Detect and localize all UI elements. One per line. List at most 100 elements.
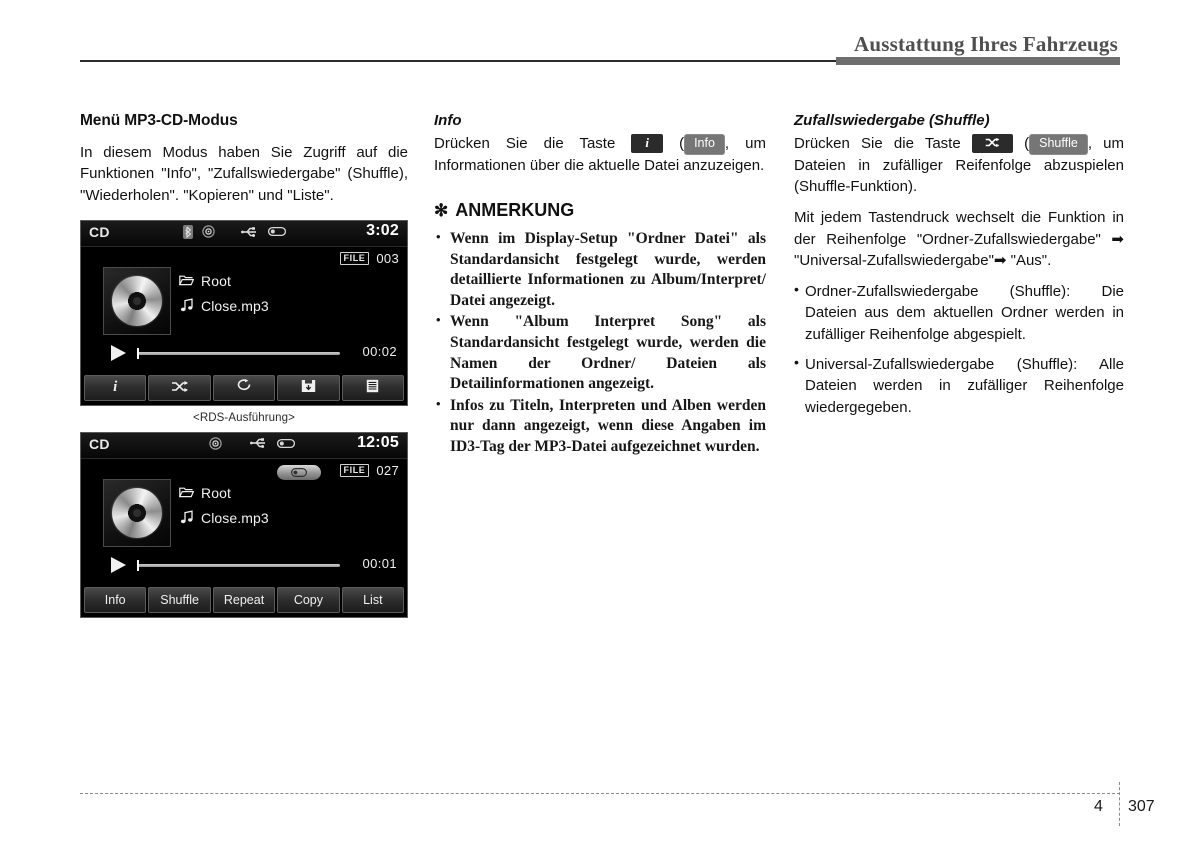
screen2-metadata: Root Close.mp3 bbox=[178, 484, 395, 535]
folder-icon bbox=[178, 274, 195, 288]
screen2-shuffle-button[interactable]: Shuffle bbox=[148, 586, 211, 613]
usb-icon bbox=[241, 226, 259, 238]
play-icon bbox=[111, 556, 126, 573]
screen1-folder-name: Root bbox=[201, 272, 231, 289]
screen1-button-bar: i bbox=[81, 371, 407, 405]
screen2-button-bar: Info Shuffle Repeat Copy List bbox=[81, 583, 407, 617]
screen1-track-name: Close.mp3 bbox=[201, 297, 269, 314]
screen2-progress-area: 00:01 bbox=[81, 551, 407, 579]
screen1-file-badge: FILE 003 bbox=[339, 250, 400, 266]
music-note-icon bbox=[179, 510, 194, 526]
info-para-lead: Drücken Sie die Taste bbox=[434, 135, 616, 152]
screen1-list-button[interactable] bbox=[341, 374, 405, 401]
note-item: Infos zu Titeln, Interpreten und Alben w… bbox=[434, 395, 766, 458]
list-icon bbox=[366, 379, 379, 396]
cd-disc-icon bbox=[112, 275, 162, 326]
page-header: Ausstattung Ihres Fahrzeugs bbox=[0, 0, 1200, 70]
footer-divider bbox=[80, 793, 1120, 794]
middle-column: Info Drücken Sie die Taste i (Info, um I… bbox=[434, 112, 766, 459]
note-heading: ✻ ANMERKUNG bbox=[434, 200, 766, 221]
screen2-album-art bbox=[103, 478, 171, 547]
music-note-icon bbox=[179, 298, 194, 314]
info-hard-key[interactable]: i bbox=[631, 134, 663, 153]
screen2-source-label: CD bbox=[89, 435, 110, 452]
screen1-progress-bar[interactable] bbox=[137, 351, 340, 355]
disc-icon bbox=[209, 437, 222, 450]
screen2-clock: 12:05 bbox=[357, 433, 399, 451]
screen1-clock: 3:02 bbox=[366, 221, 399, 239]
info-icon: i bbox=[113, 379, 118, 396]
footer-page-number: 307 bbox=[1128, 798, 1155, 815]
screen2-track-name: Close.mp3 bbox=[201, 509, 269, 526]
screen1-metadata: Root Close.mp3 bbox=[178, 272, 395, 323]
shuffle-paragraph: Drücken Sie die Taste (Shuffle, um Datei… bbox=[794, 133, 1124, 197]
ipod-icon bbox=[268, 226, 286, 237]
disc-icon bbox=[202, 225, 215, 239]
screen2-status-icons bbox=[209, 437, 295, 450]
shuffle-icon bbox=[171, 380, 189, 396]
shuffle-subtitle: Zufallswiedergabe (Shuffle) bbox=[794, 112, 990, 129]
info-soft-key[interactable]: Info bbox=[684, 134, 725, 155]
screen1-copy-button[interactable] bbox=[277, 374, 340, 401]
screen2-list-button[interactable]: List bbox=[341, 586, 405, 613]
screen1-album-art bbox=[103, 266, 171, 335]
screen2-ipod-highlight-icon bbox=[277, 464, 321, 480]
screen1-elapsed-time: 00:02 bbox=[362, 343, 397, 359]
screen1-repeat-button[interactable] bbox=[212, 374, 276, 401]
head-unit-screen-1: CD 3:02 FILE 003 Root Close.mp3 00:02 i bbox=[80, 219, 408, 406]
screen1-progress-knob[interactable] bbox=[137, 347, 139, 359]
ipod-icon bbox=[277, 438, 295, 449]
screen2-folder-name: Root bbox=[201, 484, 231, 501]
header-rule-right bbox=[836, 57, 1120, 65]
screen2-copy-button[interactable]: Copy bbox=[277, 586, 340, 613]
bluetooth-icon bbox=[183, 224, 193, 239]
list-item: Ordner-Zufallswiedergabe (Shuffle): Die … bbox=[794, 280, 1124, 345]
screen2-info-button[interactable]: Info bbox=[84, 586, 147, 613]
shuffle-bullet-list: Ordner-Zufallswiedergabe (Shuffle): Die … bbox=[794, 280, 1124, 418]
footer-separator bbox=[1119, 782, 1120, 826]
screen1-folder-row: Root bbox=[178, 272, 395, 289]
shuffle-soft-key[interactable]: Shuffle bbox=[1029, 134, 1088, 155]
shuffle-sequence-paragraph: Mit jedem Tastendruck wechselt die Funkt… bbox=[794, 209, 1124, 269]
folder-icon bbox=[178, 486, 195, 500]
shuffle-hard-key[interactable] bbox=[971, 134, 1013, 153]
right-column: Zufallswiedergabe (Shuffle) Drücken Sie … bbox=[794, 112, 1124, 418]
play-icon bbox=[111, 344, 126, 361]
screen1-info-button[interactable]: i bbox=[84, 374, 147, 401]
screen2-folder-row: Root bbox=[178, 484, 395, 501]
repeat-icon bbox=[236, 379, 253, 396]
note-item: Wenn im Display-Setup "Ordner Datei" als… bbox=[434, 228, 766, 311]
screen2-elapsed-time: 00:01 bbox=[362, 555, 397, 571]
intro-paragraph: In diesem Modus haben Sie Zugriff auf di… bbox=[80, 144, 408, 204]
list-item: Universal-Zufallswiedergabe (Shuffle): A… bbox=[794, 353, 1124, 418]
screen1-source-label: CD bbox=[89, 223, 110, 240]
screen1-caption: <RDS-Ausführung> bbox=[193, 411, 295, 424]
screen2-progress-knob[interactable] bbox=[137, 559, 139, 571]
screen1-file-label: FILE bbox=[339, 251, 370, 265]
usb-icon bbox=[250, 437, 268, 449]
screen1-track-row: Close.mp3 bbox=[179, 298, 395, 314]
footer-chapter-number: 4 bbox=[1094, 798, 1103, 815]
screen1-shuffle-button[interactable] bbox=[148, 374, 211, 401]
screen1-progress-area: 00:02 bbox=[81, 339, 407, 367]
note-item: Wenn "Album Interpret Song" als Standard… bbox=[434, 311, 766, 394]
head-unit-screen-2: CD 12:05 FILE 027 Root Close.mp3 00:01 I… bbox=[80, 431, 408, 618]
copy-icon bbox=[301, 379, 316, 396]
screen2-file-label: FILE bbox=[339, 463, 370, 477]
left-column: Menü MP3-CD-Modus In diesem Modus haben … bbox=[80, 112, 408, 618]
screen2-track-row: Close.mp3 bbox=[179, 510, 395, 526]
screen2-repeat-button[interactable]: Repeat bbox=[212, 586, 276, 613]
info-paragraph: Drücken Sie die Taste i (Info, um Inform… bbox=[434, 133, 766, 176]
screen2-progress-bar[interactable] bbox=[137, 563, 340, 567]
section-title: Menü MP3-CD-Modus bbox=[80, 112, 238, 129]
shuffle-para-lead: Drücken Sie die Taste bbox=[794, 135, 961, 152]
asterisk-icon: ✻ bbox=[434, 200, 449, 220]
screen1-status-icons bbox=[183, 224, 286, 239]
screen1-file-number: 003 bbox=[376, 250, 399, 266]
note-list: Wenn im Display-Setup "Ordner Datei" als… bbox=[434, 228, 766, 458]
header-rule-left bbox=[80, 60, 836, 62]
page-title: Ausstattung Ihres Fahrzeugs bbox=[853, 32, 1118, 56]
note-heading-label: ANMERKUNG bbox=[455, 199, 575, 220]
info-subtitle: Info bbox=[434, 112, 462, 129]
cd-disc-icon bbox=[112, 487, 162, 538]
